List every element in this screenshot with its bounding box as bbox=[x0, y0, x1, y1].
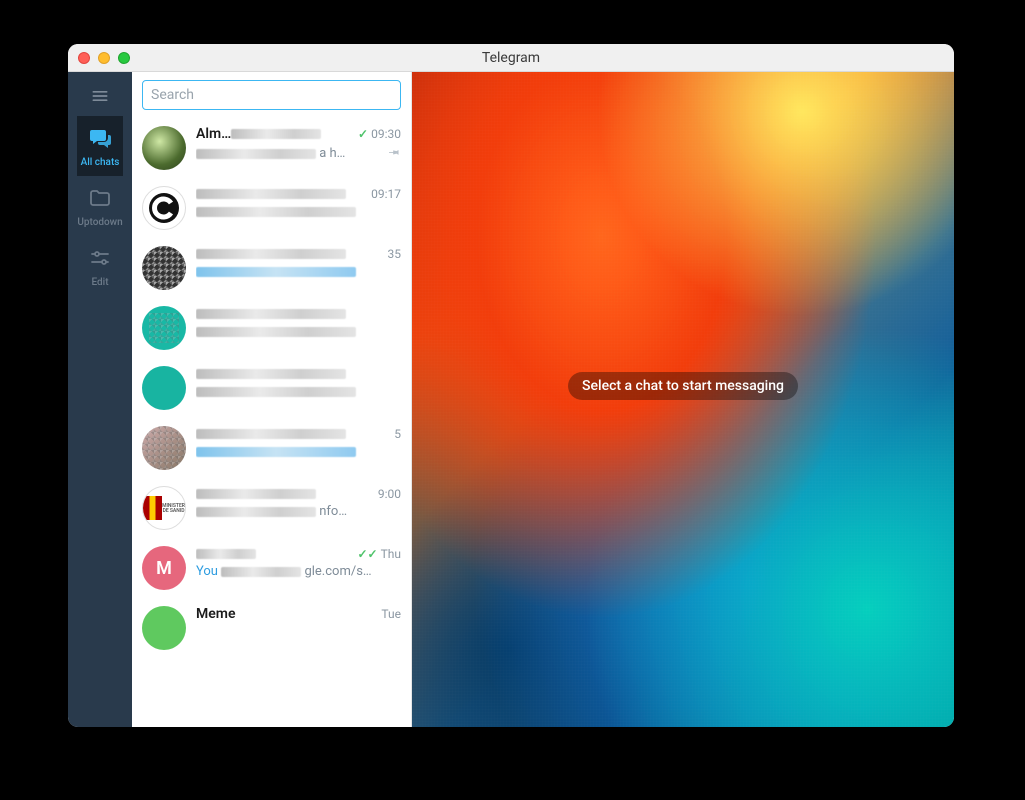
chat-name bbox=[196, 246, 382, 262]
chat-preview bbox=[196, 444, 401, 459]
chat-preview: You gle.com/s… bbox=[196, 564, 401, 579]
chat-preview: a h… bbox=[196, 146, 383, 161]
chat-name bbox=[196, 366, 395, 382]
chat-avatar bbox=[142, 306, 186, 350]
chat-list-item[interactable]: M ✓✓ Thu You gle.com/s… bbox=[132, 538, 411, 598]
chat-list-item[interactable]: Meme Tue bbox=[132, 598, 411, 658]
empty-state-message: Select a chat to start messaging bbox=[568, 372, 798, 400]
chat-time: 5 bbox=[394, 427, 401, 441]
chat-list-item[interactable] bbox=[132, 358, 411, 418]
chat-list-item[interactable]: 35 bbox=[132, 238, 411, 298]
chat-preview bbox=[196, 204, 401, 219]
main-pane: Select a chat to start messaging bbox=[412, 72, 954, 727]
chat-time: Tue bbox=[381, 607, 401, 621]
chat-time: ✓ 09:30 bbox=[358, 127, 401, 141]
check-icon: ✓ bbox=[358, 127, 368, 141]
chat-avatar bbox=[142, 246, 186, 290]
chat-name: Meme bbox=[196, 606, 375, 622]
chat-preview bbox=[196, 264, 401, 279]
window-title: Telegram bbox=[68, 50, 954, 66]
chat-avatar bbox=[142, 426, 186, 470]
sliders-icon bbox=[88, 246, 112, 274]
chat-list-item[interactable]: 5 bbox=[132, 418, 411, 478]
titlebar: Telegram bbox=[68, 44, 954, 72]
chat-name bbox=[196, 546, 352, 562]
sidebar: All chats Uptodown Edit bbox=[68, 72, 132, 727]
chat-time: 09:17 bbox=[371, 187, 401, 201]
chat-list[interactable]: Alm… ✓ 09:30 a h… 09:17 35 5 MINISTERDE SA… bbox=[132, 118, 411, 727]
sidebar-item-label: Uptodown bbox=[77, 217, 122, 228]
chat-avatar bbox=[142, 366, 186, 410]
chat-time: 9:00 bbox=[378, 487, 401, 501]
chats-icon bbox=[88, 126, 112, 154]
chat-avatar: M bbox=[142, 546, 186, 590]
chat-name bbox=[196, 486, 372, 502]
search-input[interactable] bbox=[142, 80, 401, 110]
chat-avatar bbox=[142, 186, 186, 230]
sidebar-item-all-chats[interactable]: All chats bbox=[77, 116, 122, 176]
chat-list-item[interactable]: 09:17 bbox=[132, 178, 411, 238]
app-window: Telegram All chats Uptodown Edit Alm… ✓ 09:… bbox=[68, 44, 954, 727]
chat-name: Alm… bbox=[196, 126, 352, 142]
window-controls bbox=[78, 52, 130, 64]
hamburger-menu-button[interactable] bbox=[68, 76, 132, 116]
chat-list-item[interactable]: Alm… ✓ 09:30 a h… bbox=[132, 118, 411, 178]
sidebar-item-label: Edit bbox=[91, 277, 108, 288]
chat-name bbox=[196, 186, 365, 202]
sidebar-item-edit[interactable]: Edit bbox=[77, 236, 122, 296]
chat-avatar: MINISTERDE SANID bbox=[142, 486, 186, 530]
chat-preview: nfo… bbox=[196, 504, 401, 519]
chat-preview bbox=[196, 384, 401, 399]
sidebar-item-label: All chats bbox=[81, 157, 120, 168]
chat-name bbox=[196, 306, 395, 322]
folder-icon bbox=[88, 186, 112, 214]
pin-icon bbox=[387, 144, 401, 163]
chat-preview bbox=[196, 324, 401, 339]
zoom-window-button[interactable] bbox=[118, 52, 130, 64]
close-window-button[interactable] bbox=[78, 52, 90, 64]
double-check-icon: ✓✓ bbox=[358, 547, 378, 561]
chat-list-item[interactable]: MINISTERDE SANID 9:00 nfo… bbox=[132, 478, 411, 538]
chat-avatar bbox=[142, 126, 186, 170]
chat-time: 35 bbox=[388, 247, 402, 261]
chat-list-column: Alm… ✓ 09:30 a h… 09:17 35 5 MINISTERDE SA… bbox=[132, 72, 412, 727]
menu-icon bbox=[90, 86, 110, 106]
chat-avatar bbox=[142, 606, 186, 650]
search-wrap bbox=[132, 72, 411, 118]
chat-list-item[interactable] bbox=[132, 298, 411, 358]
chat-time: ✓✓ Thu bbox=[358, 547, 402, 561]
minimize-window-button[interactable] bbox=[98, 52, 110, 64]
sidebar-item-uptodown[interactable]: Uptodown bbox=[77, 176, 122, 236]
chat-name bbox=[196, 426, 388, 442]
